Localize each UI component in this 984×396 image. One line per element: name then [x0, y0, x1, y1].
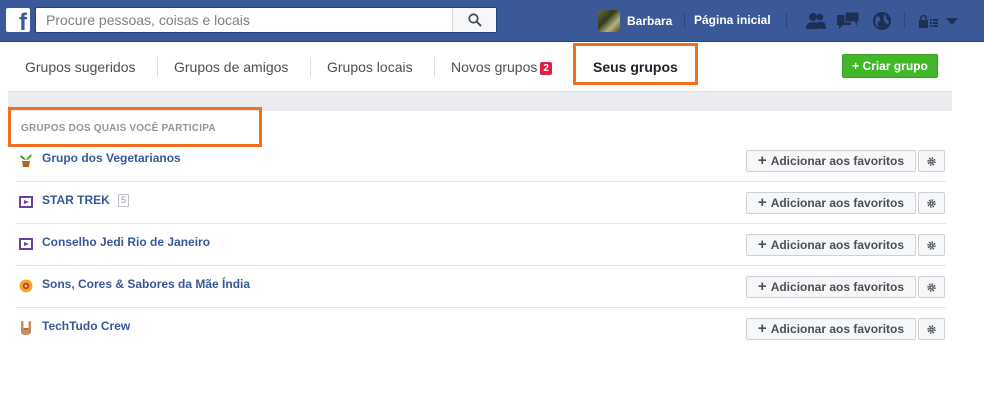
row-divider	[16, 181, 946, 182]
tab-divider	[157, 57, 158, 77]
sun-flower-icon	[18, 278, 34, 294]
nav-divider	[786, 13, 787, 29]
tab-suggested-groups[interactable]: Grupos sugeridos	[25, 59, 136, 75]
profile-name: Barbara	[627, 14, 673, 28]
group-settings-button[interactable]	[918, 318, 945, 340]
plus-icon: +	[757, 278, 767, 295]
gear-icon	[927, 156, 936, 166]
magnifier-icon	[467, 13, 482, 27]
home-link[interactable]: Página inicial	[694, 13, 771, 27]
tab-divider	[310, 57, 311, 77]
new-posts-count-badge: 5	[118, 194, 130, 207]
add-to-favorites-label: Adicionar aos favoritos	[770, 280, 905, 294]
plus-icon: +	[757, 320, 767, 337]
add-to-favorites-label: Adicionar aos favoritos	[770, 238, 905, 252]
row-divider	[16, 307, 946, 308]
movie-clapper-icon	[18, 236, 34, 252]
add-to-favorites-button[interactable]: + Adicionar aos favoritos	[746, 192, 916, 214]
row-divider	[16, 223, 946, 224]
search-input[interactable]	[36, 8, 452, 32]
logo-glyph: f	[19, 9, 27, 36]
gear-icon	[927, 198, 936, 208]
group-name-link[interactable]: TechTudo Crew	[42, 319, 130, 333]
notifications-globe-icon[interactable]	[870, 10, 894, 32]
nav-divider	[684, 13, 685, 29]
group-settings-button[interactable]	[918, 192, 945, 214]
notification-badge: 2	[540, 62, 552, 75]
dropdown-arrow-icon[interactable]	[940, 10, 964, 32]
add-to-favorites-label: Adicionar aos favoritos	[770, 154, 905, 168]
tab-new-groups-label: Novos grupos	[451, 59, 538, 75]
plus-icon: +	[757, 194, 767, 211]
group-name-link[interactable]: STAR TREK	[42, 193, 110, 207]
friend-requests-icon[interactable]	[804, 10, 828, 32]
row-divider	[16, 265, 946, 266]
create-group-button[interactable]: + Criar grupo	[842, 54, 938, 78]
plus-icon: +	[757, 236, 767, 253]
search-button[interactable]	[452, 8, 496, 32]
groups-panel	[8, 111, 952, 351]
profile-link[interactable]: Barbara	[598, 9, 672, 33]
facebook-logo-icon[interactable]: f	[6, 8, 30, 36]
group-name-link[interactable]: Conselho Jedi Rio de Janeiro	[42, 235, 210, 249]
messages-icon[interactable]	[836, 10, 860, 32]
add-to-favorites-label: Adicionar aos favoritos	[770, 196, 905, 210]
add-to-favorites-button[interactable]: + Adicionar aos favoritos	[746, 318, 916, 340]
add-to-favorites-button[interactable]: + Adicionar aos favoritos	[746, 150, 916, 172]
movie-clapper-icon	[18, 194, 34, 210]
add-to-favorites-button[interactable]: + Adicionar aos favoritos	[746, 276, 916, 298]
group-settings-button[interactable]	[918, 234, 945, 256]
group-settings-button[interactable]	[918, 150, 945, 172]
tab-friends-groups[interactable]: Grupos de amigos	[174, 59, 288, 75]
rock-hand-icon	[18, 320, 34, 336]
potted-plant-icon	[18, 152, 34, 168]
add-to-favorites-button[interactable]: + Adicionar aos favoritos	[746, 234, 916, 256]
add-to-favorites-label: Adicionar aos favoritos	[770, 322, 905, 336]
groups-tabs-bar: Grupos sugeridos Grupos de amigos Grupos…	[8, 42, 952, 92]
tab-new-groups[interactable]: Novos grupos 2	[451, 59, 552, 75]
gear-icon	[927, 240, 936, 250]
highlight-box-section-title	[8, 107, 262, 147]
group-name-link[interactable]: Sons, Cores & Sabores da Mãe Índia	[42, 277, 250, 291]
group-settings-button[interactable]	[918, 276, 945, 298]
plus-icon: +	[757, 152, 767, 169]
privacy-lock-icon[interactable]	[916, 10, 940, 32]
search-box	[35, 7, 497, 33]
avatar	[598, 10, 620, 32]
gear-icon	[927, 324, 936, 334]
group-name-link[interactable]: Grupo dos Vegetarianos	[42, 151, 181, 165]
top-navigation-bar: f Barbara Página inicial	[0, 0, 984, 42]
highlight-box-your-groups	[573, 43, 698, 85]
tab-local-groups[interactable]: Grupos locais	[327, 59, 413, 75]
gear-icon	[927, 282, 936, 292]
nav-divider	[904, 13, 905, 29]
tab-divider	[434, 57, 435, 77]
